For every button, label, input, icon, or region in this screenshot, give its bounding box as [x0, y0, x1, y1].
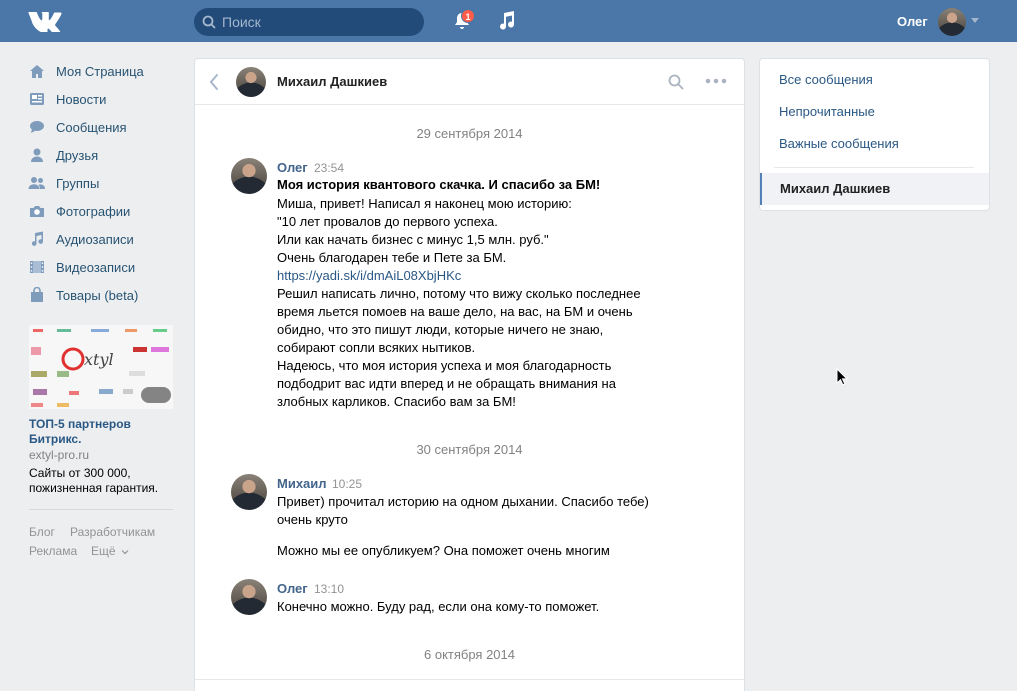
- message-text: Моя история квантового скачка. И спасибо…: [277, 177, 601, 192]
- message-text: "10 лет провалов до первого успеха.: [277, 214, 498, 229]
- mouse-cursor-icon: [836, 368, 848, 386]
- contact-name[interactable]: Михаил Дашкиев: [277, 74, 387, 89]
- sidebar-divider: [29, 509, 173, 510]
- sidebar-item-label: Фотографии: [56, 203, 131, 219]
- date-separator: 29 сентября 2014: [416, 126, 523, 141]
- groups-icon: [28, 175, 46, 191]
- sidebar-item-goods[interactable]: Товары (beta): [28, 283, 138, 307]
- message-text: подбодрит вас идти вперед и не обращать …: [277, 376, 616, 391]
- filter-all-messages[interactable]: Все сообщения: [779, 72, 873, 87]
- bag-icon: [28, 287, 46, 303]
- more-icon[interactable]: [705, 78, 727, 84]
- camera-icon: [28, 203, 46, 219]
- footer-more-label: Ещё: [91, 544, 116, 558]
- sidebar-item-label: Сообщения: [56, 119, 127, 135]
- sidebar-item-label: Товары (beta): [56, 287, 139, 303]
- message-sender[interactable]: Олег: [277, 581, 308, 596]
- friends-icon: [28, 147, 46, 163]
- message-text: Решил написать лично, потому что вижу ск…: [277, 286, 641, 301]
- news-icon: [28, 91, 46, 107]
- ad-domain[interactable]: extyl-pro.ru: [29, 448, 89, 462]
- sidebar-item-groups[interactable]: Группы: [28, 171, 99, 195]
- message-time: 23:54: [314, 161, 345, 175]
- message-time: 13:10: [314, 582, 345, 596]
- date-separator: 30 сентября 2014: [416, 442, 523, 457]
- sidebar-item-label: Аудиозаписи: [56, 231, 134, 247]
- message-avatar[interactable]: [231, 474, 267, 510]
- sidebar-item-messages[interactable]: Сообщения: [28, 115, 127, 139]
- sidebar-item-label: Новости: [56, 91, 107, 107]
- message-text: обидно, что это пишут люди, которые ниче…: [277, 322, 604, 337]
- message-text: Или как начать бизнес с минус 1,5 млн. р…: [277, 232, 549, 247]
- search-placeholder: Поиск: [222, 14, 261, 30]
- back-icon[interactable]: [209, 74, 219, 90]
- sidebar-item-my-page[interactable]: Моя Страница: [28, 59, 144, 83]
- sidebar-item-news[interactable]: Новости: [28, 87, 106, 111]
- message-text: Привет) прочитал историю на одном дыхани…: [277, 494, 649, 509]
- message-text: Миша, привет! Написал я наконец мою исто…: [277, 196, 572, 211]
- sidebar-item-label: Моя Страница: [56, 63, 144, 79]
- message-time: 10:25: [332, 477, 363, 491]
- sidebar-item-photos[interactable]: Фотографии: [28, 199, 130, 223]
- message-text: очень круто: [277, 512, 348, 527]
- message-text: собирают сопли всяких нытиков.: [277, 340, 476, 355]
- message-avatar[interactable]: [231, 579, 267, 615]
- chat-header: Михаил Дашкиев: [195, 59, 744, 105]
- chat-panel: Михаил Дашкиев 29 сентября 2014 Олег 23:…: [194, 58, 745, 691]
- music-player-icon[interactable]: [498, 10, 516, 32]
- ad-image[interactable]: xtyl: [29, 325, 173, 409]
- video-icon: [28, 259, 46, 275]
- sidebar-item-audio[interactable]: Аудиозаписи: [28, 227, 134, 251]
- svg-text:xtyl: xtyl: [84, 350, 114, 369]
- sidebar-item-label: Друзья: [56, 147, 99, 163]
- music-icon: [28, 231, 46, 247]
- date-separator: 6 октября 2014: [424, 647, 515, 662]
- vk-logo[interactable]: [28, 10, 64, 32]
- messages-icon: [28, 119, 46, 135]
- message-text: Очень благодарен тебе и Пете за БМ.: [277, 250, 507, 265]
- search-bar[interactable]: Поиск: [194, 8, 424, 36]
- top-bar: Поиск 1 Олег: [0, 0, 1017, 42]
- ad-text: Сайты от 300 000, пожизненная гарантия.: [29, 466, 159, 495]
- filter-important[interactable]: Важные сообщения: [779, 136, 899, 151]
- active-conversation[interactable]: Михаил Дашкиев: [760, 173, 989, 205]
- header-user-name[interactable]: Олег: [897, 14, 928, 29]
- sidebar-item-label: Группы: [56, 175, 100, 191]
- message-text: Надеюсь, что моя история успеха и моя бл…: [277, 358, 612, 373]
- message-link[interactable]: https://yadi.sk/i/dmAiL08XbjHKc: [277, 268, 461, 283]
- sidebar-item-friends[interactable]: Друзья: [28, 143, 98, 167]
- header-avatar[interactable]: [938, 8, 966, 36]
- message-text: Можно мы ее опубликуем? Она поможет очен…: [277, 543, 610, 558]
- chevron-down-icon[interactable]: [971, 18, 979, 23]
- search-icon: [202, 15, 216, 29]
- message-text: Конечно можно. Буду рад, если она кому-т…: [277, 599, 600, 614]
- home-icon: [28, 63, 46, 79]
- active-conversation-name: Михаил Дашкиев: [780, 181, 891, 196]
- ad-title[interactable]: ТОП-5 партнеров Битрикс.: [29, 417, 173, 447]
- footer-blog-link[interactable]: Блог: [29, 525, 55, 539]
- message-avatar[interactable]: [231, 158, 267, 194]
- sidebar-item-label: Видеозаписи: [56, 259, 136, 275]
- chat-divider: [195, 679, 744, 680]
- footer-more-link[interactable]: Ещё: [91, 544, 129, 558]
- footer-developers-link[interactable]: Разработчикам: [70, 525, 155, 539]
- messages-filter-panel: Все сообщения Непрочитанные Важные сообщ…: [759, 58, 990, 211]
- message-sender[interactable]: Олег: [277, 160, 308, 175]
- panel-divider: [774, 167, 974, 168]
- chevron-down-icon: [121, 550, 129, 555]
- footer-ads-link[interactable]: Реклама: [29, 544, 77, 558]
- message-text: время льется помоев на ваше дело, на вас…: [277, 304, 633, 319]
- filter-unread[interactable]: Непрочитанные: [779, 104, 875, 119]
- message-text: злобных карликов. Спасибо вам за БМ!: [277, 394, 516, 409]
- notification-badge: 1: [461, 9, 475, 23]
- search-icon[interactable]: [668, 74, 684, 90]
- sidebar-item-video[interactable]: Видеозаписи: [28, 255, 135, 279]
- message-sender[interactable]: Михаил: [277, 476, 327, 491]
- contact-avatar[interactable]: [236, 67, 266, 97]
